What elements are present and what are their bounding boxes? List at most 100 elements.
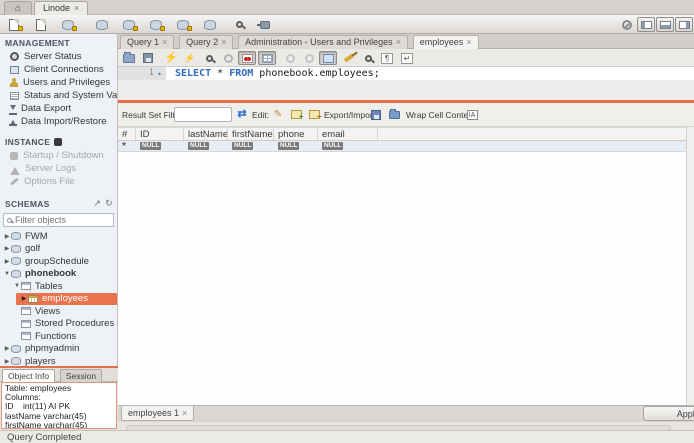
add-row-icon[interactable]: + xyxy=(288,107,304,122)
beautify-sql-icon[interactable] xyxy=(340,51,358,65)
cell-firstname[interactable]: NULL xyxy=(228,141,274,151)
apply-button[interactable]: Apply xyxy=(643,406,694,421)
execute-query-icon[interactable]: ⚡ xyxy=(162,51,180,65)
collapse-arrow-icon[interactable]: ▼ xyxy=(13,283,21,289)
close-icon[interactable]: × xyxy=(466,37,471,47)
result-filter-input[interactable] xyxy=(174,107,232,122)
sidebar-item-data-export[interactable]: Data Export xyxy=(0,102,117,115)
tab-session[interactable]: Session xyxy=(60,369,102,382)
commit-icon[interactable] xyxy=(281,51,299,65)
column-header-lastname[interactable]: lastName xyxy=(184,128,228,140)
stop-query-icon[interactable] xyxy=(219,51,237,65)
tree-item-groupschedule[interactable]: ▶groupSchedule xyxy=(0,255,117,268)
create-schema-icon[interactable] xyxy=(58,17,78,32)
collapse-arrow-icon[interactable]: ▼ xyxy=(3,271,11,277)
export-recordset-icon[interactable] xyxy=(368,107,384,122)
close-icon[interactable]: × xyxy=(396,37,401,47)
sidebar-item-server-status[interactable]: Server Status xyxy=(0,50,117,63)
close-icon[interactable]: × xyxy=(74,3,79,13)
open-file-icon[interactable] xyxy=(120,51,138,65)
cell-id[interactable]: NULL xyxy=(136,141,184,151)
cell-email[interactable]: NULL xyxy=(318,141,378,151)
toggle-left-panel-button[interactable] xyxy=(637,17,655,32)
tab-query-2[interactable]: Query 2× xyxy=(179,35,233,49)
cell-lastname[interactable]: NULL xyxy=(184,141,228,151)
expand-arrow-icon[interactable]: ▶ xyxy=(3,345,11,352)
open-sql-script-icon[interactable] xyxy=(31,17,51,32)
tab-result-employees-1[interactable]: employees 1× xyxy=(121,406,194,421)
expand-arrow-icon[interactable]: ▶ xyxy=(3,258,11,265)
cell-phone[interactable]: NULL xyxy=(274,141,318,151)
result-grid-body[interactable] xyxy=(118,152,686,405)
tree-item-golf[interactable]: ▶golf xyxy=(0,243,117,256)
tree-item-views[interactable]: Views xyxy=(0,305,117,318)
sidebar-item-options-file[interactable]: Options File xyxy=(0,175,117,188)
column-header-rownum[interactable]: # xyxy=(118,128,136,140)
column-header-email[interactable]: email xyxy=(318,128,378,140)
tab-object-info[interactable]: Object Info xyxy=(2,369,55,382)
vertical-scrollbar[interactable] xyxy=(686,127,694,405)
rollback-icon[interactable] xyxy=(300,51,318,65)
column-header-id[interactable]: ID xyxy=(136,128,184,140)
editor-line[interactable]: 1• SELECT * FROM phonebook.employees; xyxy=(118,67,694,80)
sidebar-item-status-system-variables[interactable]: Status and System Variables xyxy=(0,89,117,102)
toggle-autocommit-button[interactable] xyxy=(319,51,337,65)
tree-item-employees-selected[interactable]: ▶employees xyxy=(16,293,117,306)
tree-item-phpmyadmin[interactable]: ▶phpmyadmin xyxy=(0,343,117,356)
find-panel-icon[interactable] xyxy=(359,51,377,65)
sidebar-item-client-connections[interactable]: Client Connections xyxy=(0,63,117,76)
tree-item-stored-procedures[interactable]: Stored Procedures xyxy=(0,318,117,331)
tree-item-phonebook[interactable]: ▼phonebook xyxy=(0,268,117,281)
expand-arrow-icon[interactable]: ▶ xyxy=(3,245,11,252)
delete-row-icon[interactable]: − xyxy=(306,107,322,122)
connection-tab-linode[interactable]: Linode× xyxy=(34,1,88,15)
create-table-icon[interactable] xyxy=(92,17,112,32)
tree-item-fwm[interactable]: ▶FWM xyxy=(0,230,117,243)
sidebar-item-startup-shutdown[interactable]: Startup / Shutdown xyxy=(0,149,117,162)
expand-arrow-icon[interactable]: ▶ xyxy=(3,358,11,365)
refresh-results-icon[interactable]: ⇄ xyxy=(234,107,250,122)
close-icon[interactable]: × xyxy=(221,37,226,47)
edit-record-icon[interactable]: ✎ xyxy=(270,107,286,122)
create-view-icon[interactable] xyxy=(119,17,139,32)
tree-item-tables[interactable]: ▼Tables xyxy=(0,280,117,293)
expand-schemas-icon[interactable]: ↗ xyxy=(93,198,101,209)
reconnect-dbms-icon[interactable] xyxy=(255,17,275,32)
toggle-invisible-chars-button[interactable]: ¶ xyxy=(378,51,396,65)
sidebar-item-server-logs[interactable]: Server Logs xyxy=(0,162,117,175)
toggle-bottom-panel-button[interactable] xyxy=(656,17,674,32)
toggle-limit-rows-button[interactable] xyxy=(258,51,276,65)
expand-arrow-icon[interactable]: ▶ xyxy=(3,233,11,240)
tab-query-1[interactable]: Query 1× xyxy=(120,35,174,49)
toggle-stop-on-error-button[interactable] xyxy=(238,51,256,65)
column-header-firstname[interactable]: firstName xyxy=(228,128,274,140)
explain-statement-icon[interactable] xyxy=(200,51,218,65)
schema-filter-box[interactable] xyxy=(3,213,114,227)
refresh-schemas-icon[interactable]: ↻ xyxy=(105,198,113,209)
tab-administration[interactable]: Administration - Users and Privileges× xyxy=(238,35,408,49)
close-icon[interactable]: × xyxy=(182,408,187,418)
sql-editor[interactable]: 1• SELECT * FROM phonebook.employees; xyxy=(118,67,694,100)
create-function-icon[interactable] xyxy=(173,17,193,32)
toggle-right-panel-button[interactable] xyxy=(675,17,693,32)
close-icon[interactable]: × xyxy=(162,37,167,47)
execute-statement-icon[interactable]: ⚡ xyxy=(181,51,199,65)
sidebar-item-data-import[interactable]: Data Import/Restore xyxy=(0,115,117,128)
floppy-icon xyxy=(143,53,153,63)
column-header-phone[interactable]: phone xyxy=(274,128,318,140)
save-script-icon[interactable] xyxy=(139,51,157,65)
schema-filter-input[interactable] xyxy=(15,215,101,225)
tree-item-functions[interactable]: Functions xyxy=(0,330,117,343)
result-grid-new-row[interactable]: * NULL NULL NULL NULL NULL xyxy=(118,141,686,152)
sidebar-item-users-privileges[interactable]: Users and Privileges xyxy=(0,76,117,89)
import-records-icon[interactable] xyxy=(386,107,402,122)
search-table-data-icon[interactable] xyxy=(229,17,249,32)
create-procedure-icon[interactable] xyxy=(146,17,166,32)
create-routine-icon[interactable] xyxy=(200,17,220,32)
toggle-word-wrap-button[interactable]: ↵ xyxy=(398,51,416,65)
home-tab[interactable]: ⌂ xyxy=(4,1,32,15)
tab-employees[interactable]: employees× xyxy=(413,35,479,49)
wrap-cell-toggle-icon[interactable]: IA xyxy=(464,107,480,122)
new-query-tab-icon[interactable] xyxy=(4,17,24,32)
expand-arrow-icon[interactable]: ▶ xyxy=(20,295,28,302)
